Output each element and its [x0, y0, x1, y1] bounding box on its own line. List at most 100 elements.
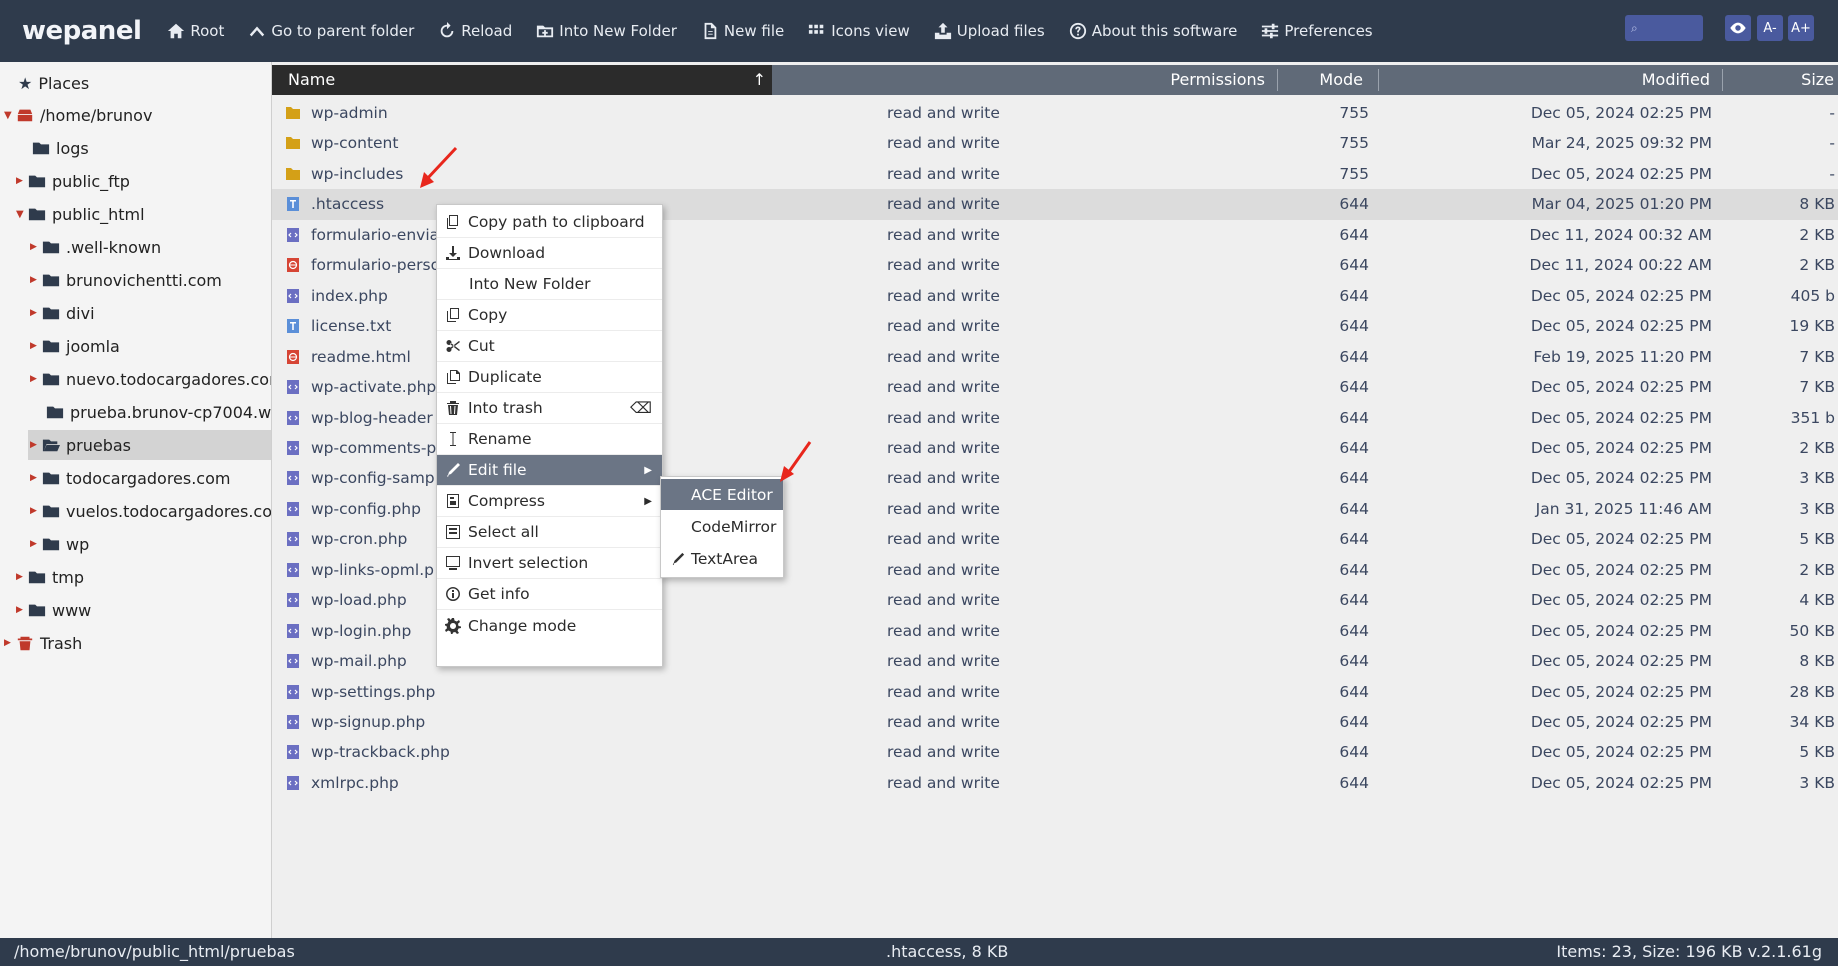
- menu-into-new-folder[interactable]: Into New Folder: [437, 269, 662, 300]
- collapsed-arrow-icon[interactable]: ▶: [30, 506, 42, 516]
- row-size: 2 KB: [1799, 560, 1835, 579]
- row-name: license.txt: [311, 317, 392, 336]
- about-button[interactable]: About this software: [1069, 22, 1237, 40]
- row-size: 5 KB: [1799, 530, 1835, 549]
- collapsed-arrow-icon[interactable]: ▶: [30, 374, 42, 384]
- collapsed-arrow-icon[interactable]: ▶: [30, 242, 42, 252]
- table-row[interactable]: wp-includes read and write 755 Dec 05, 2024…: [272, 159, 1838, 190]
- sidebar-places[interactable]: ★ Places: [18, 68, 89, 98]
- table-row[interactable]: wp-admin read and write 755 Dec 05, 2024 02…: [272, 98, 1838, 129]
- collapsed-arrow-icon[interactable]: ▶: [4, 638, 16, 648]
- column-modified[interactable]: Modified: [1382, 65, 1710, 95]
- column-name[interactable]: Name ↑: [272, 65, 772, 95]
- sidebar-item-nuevo[interactable]: ▶ nuevo.todocargadores.com: [30, 364, 271, 394]
- search-box[interactable]: ⌕: [1625, 15, 1703, 41]
- sidebar-trash[interactable]: ▶ Trash: [4, 628, 82, 658]
- new-folder-button[interactable]: Into New Folder: [536, 22, 677, 40]
- row-mode: 644: [1339, 560, 1369, 579]
- sidebar-item-vuelos[interactable]: ▶ vuelos.todocargadores.com: [30, 496, 271, 526]
- sidebar-item-public-ftp[interactable]: ▶ public_ftp: [16, 166, 130, 196]
- menu-download[interactable]: Download: [437, 238, 662, 269]
- submenu-textarea[interactable]: TextArea: [661, 543, 783, 574]
- menu-duplicate[interactable]: Duplicate: [437, 362, 662, 393]
- expanded-arrow-icon[interactable]: ▼: [16, 209, 28, 220]
- home-drive-icon: [17, 109, 33, 122]
- row-mode: 644: [1339, 499, 1369, 518]
- row-modified: Mar 24, 2025 09:32 PM: [1531, 134, 1712, 153]
- collapsed-arrow-icon[interactable]: ▶: [16, 176, 28, 186]
- app-logo: wepanel: [22, 16, 142, 46]
- row-modified: Dec 05, 2024 02:25 PM: [1530, 438, 1712, 457]
- table-row[interactable]: wp-content read and write 755 Mar 24, 2025 …: [272, 128, 1838, 159]
- font-increase-button[interactable]: A+: [1788, 15, 1814, 41]
- row-name: wp-login.php: [311, 621, 412, 640]
- row-mode: 755: [1339, 104, 1369, 122]
- sidebar-item-www[interactable]: ▶ www: [16, 595, 91, 625]
- collapsed-arrow-icon[interactable]: ▶: [30, 308, 42, 318]
- sidebar-item-logs[interactable]: logs: [20, 133, 89, 163]
- sidebar-item-divi[interactable]: ▶ divi: [30, 298, 95, 328]
- table-row[interactable]: xmlrpc.php read and write 644 Dec 05, 2024 …: [272, 768, 1838, 799]
- row-size: 3 KB: [1799, 773, 1835, 792]
- menu-compress[interactable]: Compress ▶: [437, 486, 662, 517]
- row-modified: Dec 11, 2024 00:32 AM: [1529, 225, 1712, 244]
- sidebar-item-joomla[interactable]: ▶ joomla: [30, 331, 120, 361]
- collapsed-arrow-icon[interactable]: ▶: [30, 341, 42, 351]
- menu-copy[interactable]: Copy: [437, 300, 662, 331]
- reload-button[interactable]: Reload: [438, 22, 512, 40]
- collapsed-arrow-icon[interactable]: ▶: [30, 539, 42, 549]
- menu-edit-file[interactable]: Edit file ▶: [437, 455, 662, 486]
- sidebar-item-prueba[interactable]: prueba.brunov-cp7004.wc: [34, 397, 271, 427]
- row-size: -: [1829, 134, 1835, 153]
- column-mode[interactable]: Mode: [1282, 65, 1363, 95]
- collapsed-arrow-icon[interactable]: ▶: [16, 572, 28, 582]
- icons-view-button[interactable]: Icons view: [808, 22, 910, 40]
- menu-rename[interactable]: Rename: [437, 424, 662, 455]
- sidebar-item-public-html[interactable]: ▼ public_html: [16, 199, 145, 229]
- sidebar-item-well-known[interactable]: ▶ .well-known: [30, 232, 161, 262]
- table-row[interactable]: wp-signup.php read and write 644 Dec 05, 20…: [272, 707, 1838, 738]
- row-size: 4 KB: [1799, 591, 1835, 610]
- parent-folder-button[interactable]: Go to parent folder: [248, 22, 414, 40]
- sidebar-item-pruebas[interactable]: ▶ pruebas: [28, 430, 271, 460]
- collapsed-arrow-icon[interactable]: ▶: [30, 440, 42, 450]
- root-button[interactable]: Root: [167, 22, 224, 40]
- sidebar-item-tmp[interactable]: ▶ tmp: [16, 562, 84, 592]
- php-file-icon: [287, 532, 299, 547]
- collapsed-arrow-icon[interactable]: ▶: [30, 275, 42, 285]
- collapsed-arrow-icon[interactable]: ▶: [30, 473, 42, 483]
- php-file-icon: [287, 593, 299, 608]
- sidebar-item-wp[interactable]: ▶ wp: [30, 529, 89, 559]
- row-name: index.php: [311, 286, 388, 305]
- upload-files-button[interactable]: Upload files: [934, 22, 1045, 40]
- column-size[interactable]: Size: [1727, 65, 1834, 95]
- row-mode: 644: [1339, 438, 1369, 457]
- sidebar-item-brunovichentti[interactable]: ▶ brunovichentti.com: [30, 265, 222, 295]
- search-input[interactable]: [1640, 20, 1701, 36]
- menu-invert-selection[interactable]: Invert selection: [437, 548, 662, 579]
- menu-cut[interactable]: Cut: [437, 331, 662, 362]
- table-row[interactable]: wp-settings.php read and write 644 Dec 05, …: [272, 677, 1838, 708]
- row-permissions: read and write: [887, 621, 1000, 640]
- collapsed-arrow-icon[interactable]: ▶: [16, 605, 28, 615]
- php-file-icon: [287, 562, 299, 577]
- preview-toggle-button[interactable]: [1725, 15, 1751, 41]
- php-file-icon: [287, 715, 299, 729]
- menu-copy-path[interactable]: Copy path to clipboard: [437, 207, 662, 238]
- new-file-button[interactable]: New file: [701, 22, 784, 40]
- table-row[interactable]: wp-trackback.php read and write 644 Dec 05,…: [272, 737, 1838, 768]
- expanded-arrow-icon[interactable]: ▼: [4, 110, 16, 121]
- menu-get-info[interactable]: Get info: [437, 579, 662, 610]
- menu-select-all[interactable]: Select all: [437, 517, 662, 548]
- column-permissions[interactable]: Permissions: [792, 65, 1265, 95]
- preferences-button[interactable]: Preferences: [1261, 22, 1373, 40]
- menu-change-mode[interactable]: Change mode: [437, 610, 662, 641]
- sidebar-item-todocargadores[interactable]: ▶ todocargadores.com: [30, 463, 230, 493]
- submenu-codemirror[interactable]: CodeMirror: [661, 511, 783, 542]
- menu-into-trash[interactable]: Into trash ⌫: [437, 393, 662, 424]
- toolbar: wepanel Root Go to parent folder Reload …: [0, 0, 1838, 62]
- font-decrease-button[interactable]: A-: [1757, 15, 1783, 41]
- submenu-ace-editor[interactable]: ACE Editor: [661, 479, 783, 510]
- sidebar-home[interactable]: ▼ /home/brunov: [4, 100, 152, 130]
- row-permissions: read and write: [887, 682, 1000, 701]
